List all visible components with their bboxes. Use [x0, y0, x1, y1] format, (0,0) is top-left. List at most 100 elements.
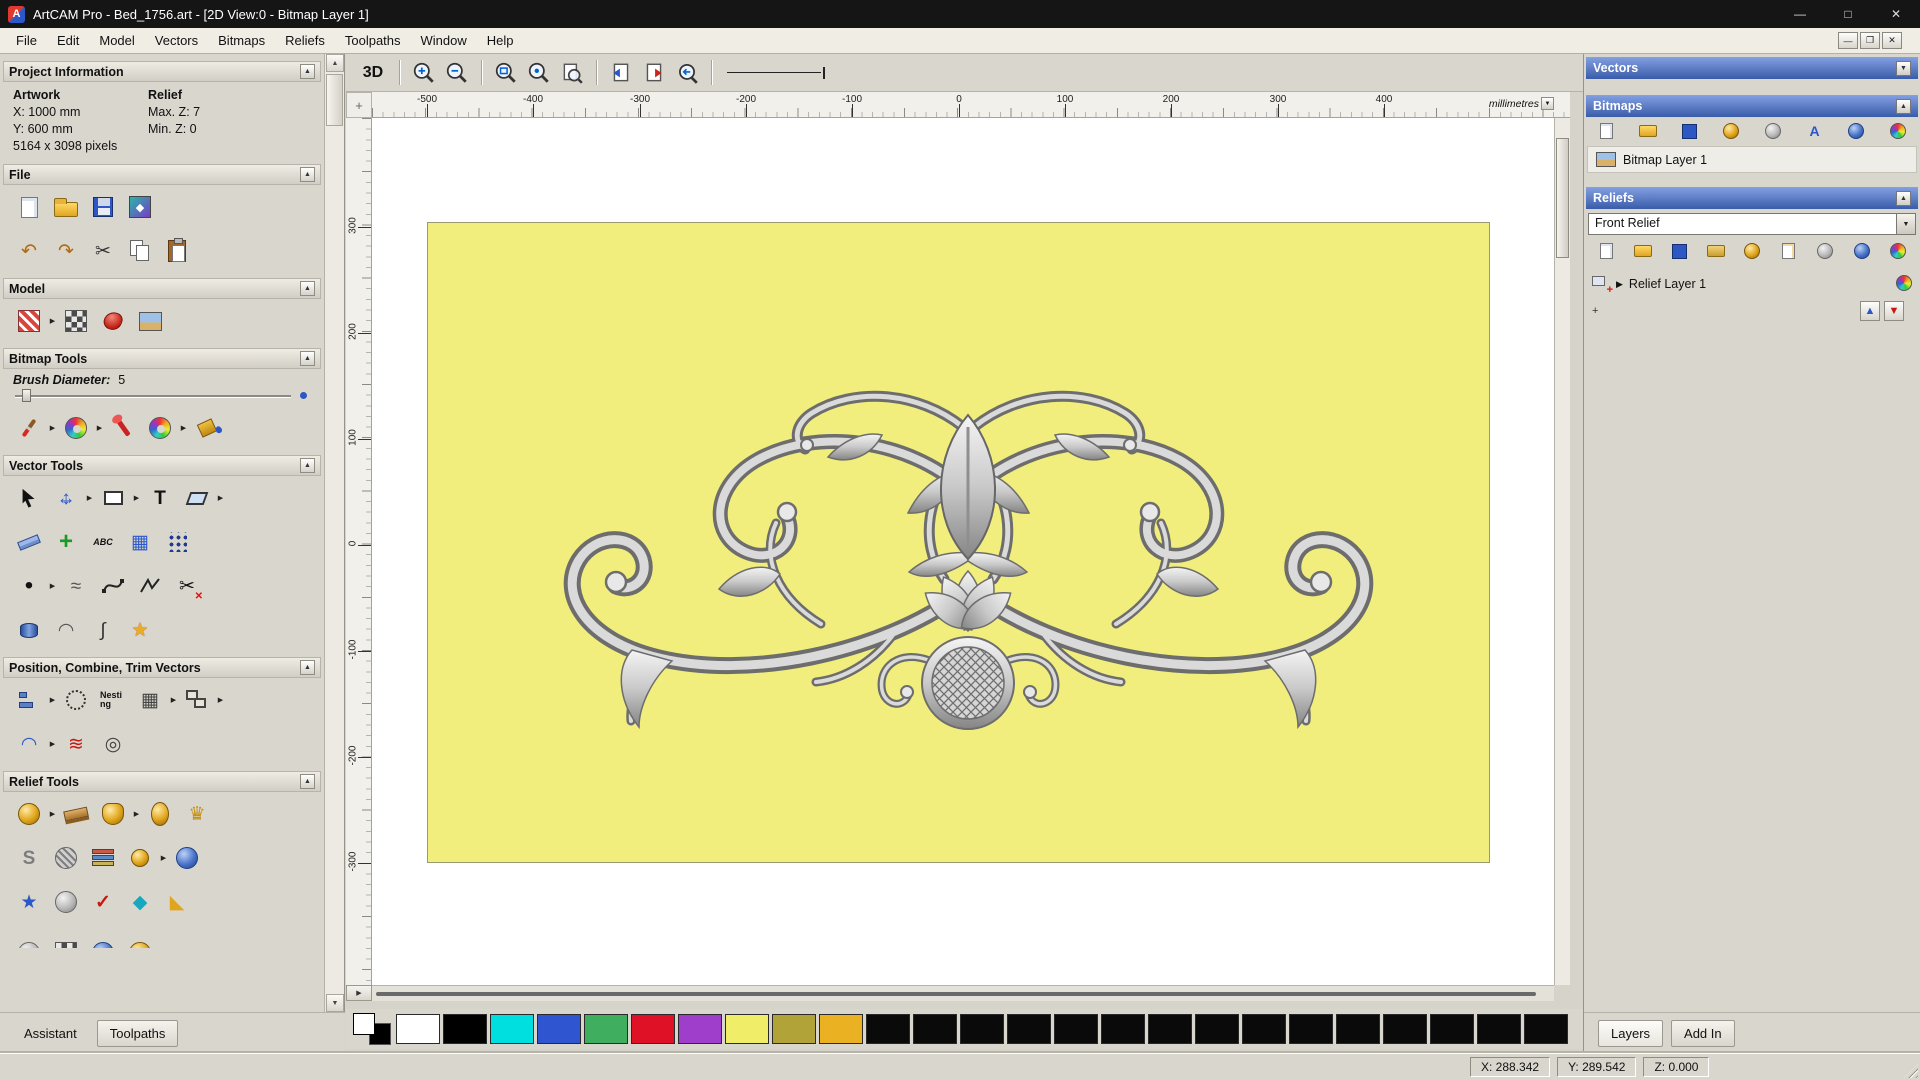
load-relief-icon[interactable]	[1704, 240, 1728, 262]
sculpt-model-icon[interactable]	[95, 303, 131, 339]
chevron-down-icon[interactable]: ▼	[1896, 214, 1915, 234]
palette-swatch[interactable]	[396, 1014, 440, 1044]
section-header-model[interactable]: Model ▲	[3, 278, 321, 299]
weave-relief-icon[interactable]	[48, 840, 84, 876]
import-model-icon[interactable]: ◆	[122, 189, 158, 225]
block-array-icon[interactable]	[159, 524, 195, 560]
new-bitmap-icon[interactable]	[1594, 120, 1618, 142]
palette-swatch[interactable]	[772, 1014, 816, 1044]
scrollbar-thumb[interactable]	[1556, 138, 1569, 258]
zoom-objects-icon[interactable]	[524, 58, 554, 88]
palette-swatch[interactable]	[913, 1014, 957, 1044]
collapse-icon[interactable]: ▲	[300, 281, 315, 296]
flyout-arrow-icon[interactable]: ▶	[48, 317, 57, 325]
colours-bitmap-icon[interactable]	[1886, 120, 1910, 142]
trophy-relief-icon[interactable]	[142, 796, 178, 832]
palette-swatch[interactable]	[443, 1014, 487, 1044]
shell-relief-icon[interactable]	[48, 884, 84, 920]
palette-swatch[interactable]	[1477, 1014, 1521, 1044]
measure-icon[interactable]	[11, 524, 47, 560]
transform-vectors-icon[interactable]: ↔ ↕	[48, 480, 84, 516]
menu-reliefs[interactable]: Reliefs	[275, 30, 335, 51]
ruler-origin-button[interactable]: +	[346, 92, 372, 118]
relief-tool-icon[interactable]	[122, 928, 158, 948]
tab-assistant[interactable]: Assistant	[12, 1021, 89, 1046]
cut-icon[interactable]: ✂	[85, 233, 121, 269]
sphere-relief-icon[interactable]	[1850, 240, 1874, 262]
palette-swatch[interactable]	[1524, 1014, 1568, 1044]
save-file-icon[interactable]	[85, 189, 121, 225]
crown-relief-icon[interactable]: ♛	[179, 796, 215, 832]
menu-bitmaps[interactable]: Bitmaps	[208, 30, 275, 51]
palette-swatch[interactable]	[1007, 1014, 1051, 1044]
create-bezier-icon[interactable]	[95, 568, 131, 604]
flyout-arrow-icon[interactable]: ▶	[132, 494, 141, 502]
brush-diameter-slider[interactable]	[15, 388, 307, 403]
bitmaps-panel-header[interactable]: Bitmaps ▲	[1586, 95, 1918, 117]
menu-toolpaths[interactable]: Toolpaths	[335, 30, 411, 51]
redo-icon[interactable]: ↷	[48, 233, 84, 269]
zoom-out-icon[interactable]	[442, 58, 472, 88]
chevron-up-icon[interactable]: ▲	[1896, 98, 1911, 114]
slider-thumb[interactable]	[22, 389, 31, 402]
section-header-relief-tools[interactable]: Relief Tools ▲	[3, 771, 321, 792]
flyout-arrow-icon[interactable]: ▶	[95, 424, 104, 432]
new-relief-icon[interactable]	[1594, 240, 1618, 262]
mdi-minimize-button[interactable]: —	[1838, 32, 1858, 49]
palette-icon[interactable]	[142, 410, 178, 446]
canvas-horizontal-scrollbar[interactable]	[372, 985, 1554, 1001]
colours-relief-icon[interactable]	[1886, 240, 1910, 262]
flyout-arrow-icon[interactable]: ▶	[48, 424, 57, 432]
section-header-vector-tools[interactable]: Vector Tools ▲	[3, 455, 321, 476]
create-rectangle-icon[interactable]	[95, 480, 131, 516]
copy-icon[interactable]	[122, 233, 158, 269]
flyout-arrow-icon[interactable]: ▶	[169, 696, 178, 704]
tab-layers[interactable]: Layers	[1598, 1019, 1664, 1047]
palette-swatch[interactable]	[1289, 1014, 1333, 1044]
flyout-arrow-icon[interactable]: ▶	[48, 740, 57, 748]
tree-plus-icon[interactable]: +	[1592, 305, 1598, 317]
open-bitmap-icon[interactable]	[1636, 120, 1660, 142]
chevron-up-icon[interactable]: ▲	[1896, 190, 1911, 206]
flyout-arrow-icon[interactable]: ▶	[159, 854, 168, 862]
shear-vectors-icon[interactable]	[179, 480, 215, 516]
flyout-arrow-icon[interactable]: ▶	[48, 582, 57, 590]
model-texture-icon[interactable]	[132, 303, 168, 339]
set-model-size-icon[interactable]	[11, 303, 47, 339]
circular-copy-icon[interactable]	[58, 682, 94, 718]
scrollbar-thumb[interactable]	[326, 74, 343, 126]
move-layer-up-button[interactable]: ▲	[1860, 301, 1880, 321]
weld-vectors-icon[interactable]: ≋	[58, 726, 94, 762]
section-header-bitmap-tools[interactable]: Bitmap Tools ▲	[3, 348, 321, 369]
maximize-button[interactable]: □	[1824, 0, 1872, 28]
calculate-relief-icon[interactable]	[1813, 240, 1837, 262]
palette-swatch[interactable]	[584, 1014, 628, 1044]
join-vectors-icon[interactable]: ∫	[85, 612, 121, 648]
sculpt-relief-icon[interactable]: ✓	[85, 884, 121, 920]
relief-select[interactable]: Front Relief ▼	[1588, 213, 1916, 235]
open-file-icon[interactable]	[48, 189, 84, 225]
create-arc-icon[interactable]: ◠	[48, 612, 84, 648]
block-copy-icon[interactable]: ▦	[132, 682, 168, 718]
mdi-close-button[interactable]: ✕	[1882, 32, 1902, 49]
menu-window[interactable]: Window	[411, 30, 477, 51]
section-header-project-information[interactable]: Project Information ▲	[3, 61, 321, 82]
menu-help[interactable]: Help	[477, 30, 524, 51]
resize-grip[interactable]	[1904, 1064, 1918, 1078]
view-3d-button[interactable]: 3D	[356, 58, 390, 88]
palette-swatch[interactable]	[1242, 1014, 1286, 1044]
assistant-scrollbar[interactable]: ▲ ▼	[324, 54, 344, 1012]
wedge-relief-icon[interactable]: ◣	[159, 884, 195, 920]
offset-vectors-icon[interactable]: ◎	[95, 726, 131, 762]
save-bitmap-icon[interactable]	[1677, 120, 1701, 142]
save-relief-icon[interactable]	[1667, 240, 1691, 262]
next-view-icon[interactable]	[639, 58, 669, 88]
primary-color[interactable]	[353, 1013, 375, 1035]
flyout-arrow-icon[interactable]: ▶	[48, 810, 57, 818]
dome-relief-icon[interactable]	[169, 840, 205, 876]
trim-vectors-icon[interactable]: ✂ ✕	[169, 568, 205, 604]
greyscale-from-model-icon[interactable]	[58, 303, 94, 339]
scroll-up-icon[interactable]: ▲	[326, 54, 344, 72]
smooth-relief-icon[interactable]	[58, 796, 94, 832]
palette-swatch[interactable]	[1195, 1014, 1239, 1044]
